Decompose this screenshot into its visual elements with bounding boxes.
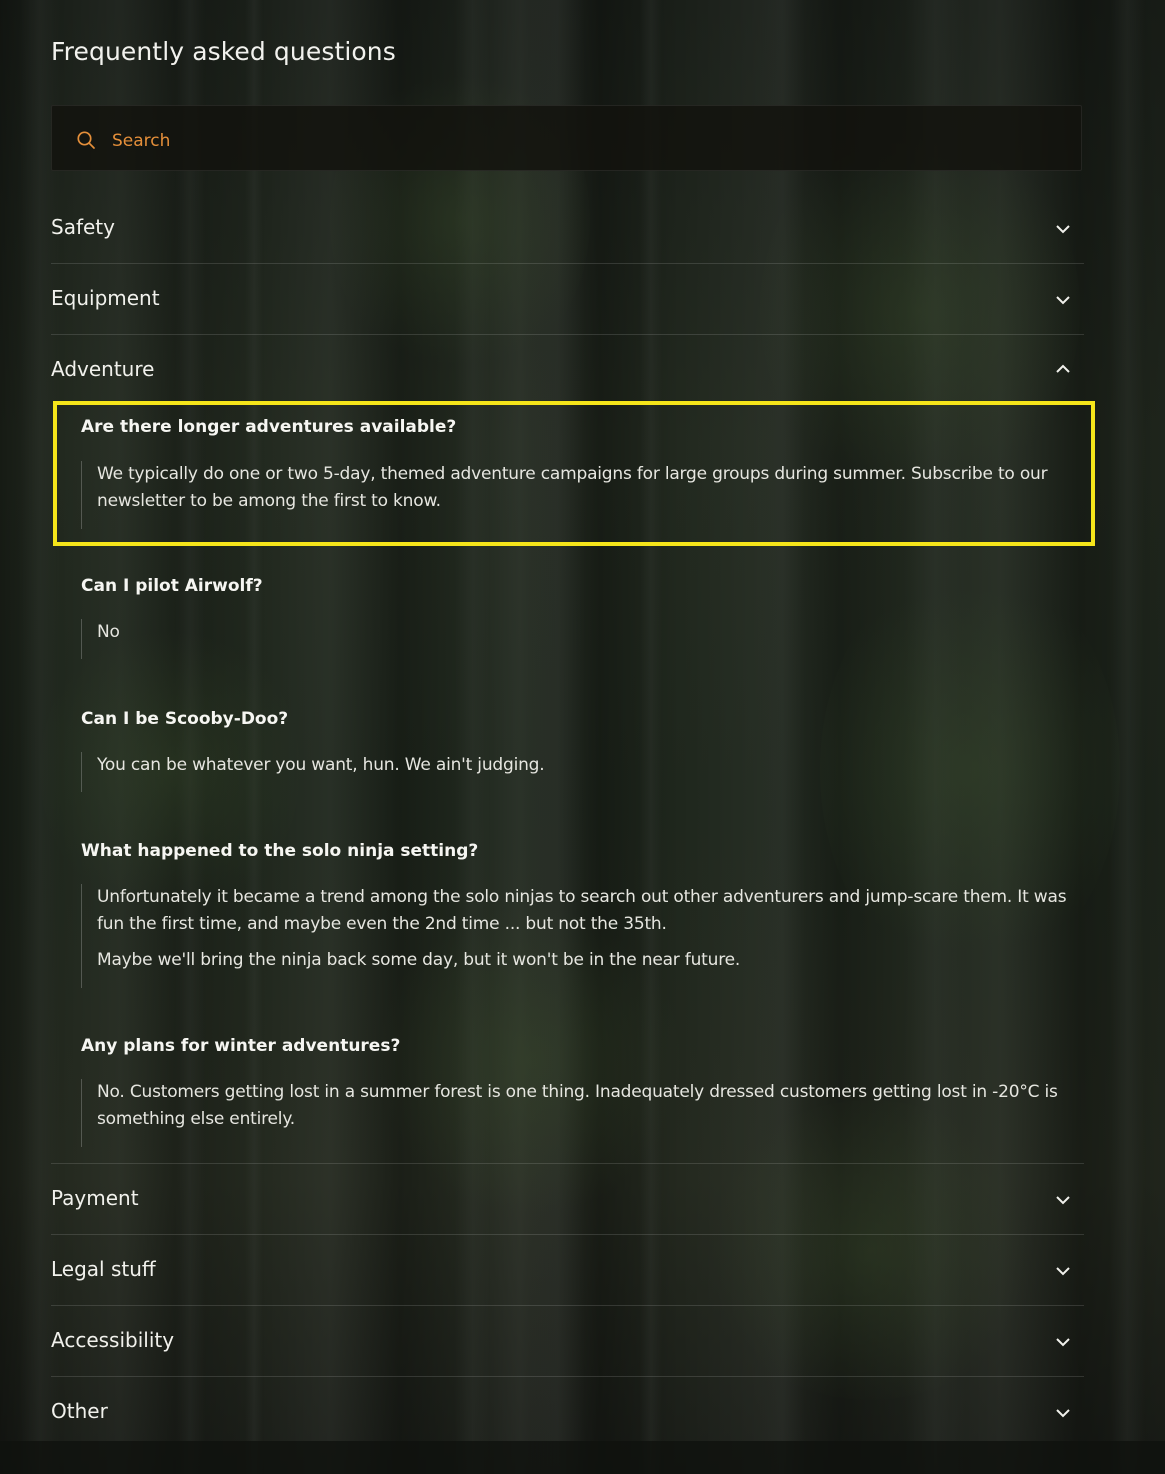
faq-answer-text: Maybe we'll bring the ninja back some da… [97, 950, 741, 970]
faq-answer: We typically do one or two 5-day, themed… [81, 461, 1081, 529]
category-label: Accessibility [51, 1328, 175, 1352]
chevron-up-icon [1056, 364, 1070, 373]
search-icon [77, 131, 95, 149]
chevron-down-icon [1056, 1409, 1070, 1418]
category-accessibility[interactable]: Accessibility [51, 1306, 1084, 1377]
faq-answer-text: Unfortunately it became a trend among th… [97, 887, 1067, 934]
faq-answer-text: We typically do one or two 5-day, themed… [97, 464, 1048, 511]
faq-question[interactable]: What happened to the solo ninja setting? [81, 841, 478, 861]
chevron-down-icon [1056, 1338, 1070, 1347]
category-adventure[interactable]: Adventure [51, 335, 1084, 406]
category-label: Payment [51, 1186, 139, 1210]
category-label: Equipment [51, 286, 160, 310]
faq-question[interactable]: Can I pilot Airwolf? [81, 576, 263, 596]
chevron-down-icon [1056, 1267, 1070, 1276]
faq-answer-text: No. Customers getting lost in a summer f… [97, 1082, 1058, 1129]
faq-answer-text: No [97, 622, 120, 642]
faq-answer: Unfortunately it became a trend among th… [81, 884, 1081, 988]
category-safety[interactable]: Safety [51, 193, 1084, 264]
search-input[interactable] [112, 128, 1012, 154]
category-label: Adventure [51, 357, 155, 381]
category-label: Legal stuff [51, 1257, 156, 1281]
category-equipment[interactable]: Equipment [51, 264, 1084, 335]
faq-answer: You can be whatever you want, hun. We ai… [81, 752, 1081, 792]
faq-question[interactable]: Can I be Scooby-Doo? [81, 709, 288, 729]
chevron-down-icon [1056, 225, 1070, 234]
page-title: Frequently asked questions [51, 37, 396, 66]
category-legal-stuff[interactable]: Legal stuff [51, 1235, 1084, 1306]
category-label: Safety [51, 215, 115, 239]
chevron-down-icon [1056, 1196, 1070, 1205]
category-other[interactable]: Other [51, 1377, 1084, 1448]
chevron-down-icon [1056, 296, 1070, 305]
faq-question[interactable]: Any plans for winter adventures? [81, 1036, 400, 1056]
search-box[interactable] [51, 105, 1082, 171]
faq-question[interactable]: Are there longer adventures available? [81, 417, 456, 437]
category-payment[interactable]: Payment [51, 1164, 1084, 1235]
faq-answer: No. Customers getting lost in a summer f… [81, 1079, 1081, 1147]
category-label: Other [51, 1399, 108, 1423]
faq-answer-text: You can be whatever you want, hun. We ai… [97, 755, 545, 775]
faq-answer: No [81, 619, 1081, 659]
